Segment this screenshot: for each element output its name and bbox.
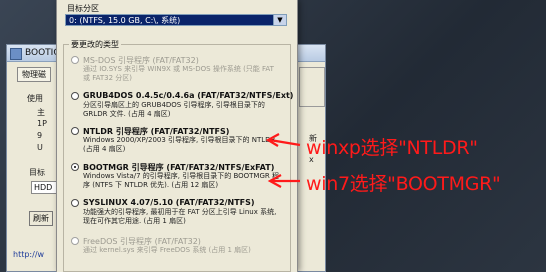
annotation-win7: win7选择"BOOTMGR" — [306, 173, 501, 195]
arrow-bootmgr — [267, 174, 300, 188]
arrow-ntldr — [265, 133, 301, 147]
annotation-winxp: winxp选择"NTLDR" — [306, 137, 478, 159]
